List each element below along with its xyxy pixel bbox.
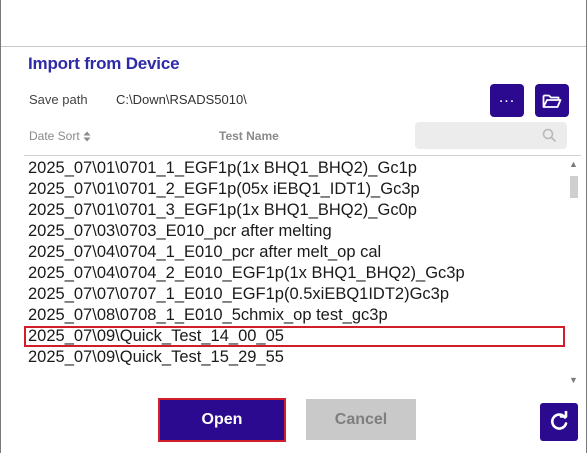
dialog-title: Import from Device [28, 54, 180, 73]
list-item[interactable]: 2025_07\09\Quick_Test_15_29_55 [24, 347, 565, 368]
date-sort-label: Date Sort [29, 129, 80, 143]
list-item[interactable]: 2025_07\08\0708_1_E010_5chmix_op test_gc… [24, 305, 565, 326]
list-item[interactable]: 2025_07\01\0701_1_EGF1p(1x BHQ1_BHQ2)_Gc… [24, 158, 565, 179]
search-box[interactable] [415, 122, 567, 149]
file-list[interactable]: 2025_07\01\0701_1_EGF1p(1x BHQ1_BHQ2)_Gc… [24, 158, 565, 386]
save-path-value: C:\Down\RSADS5010\ [116, 92, 247, 107]
list-item[interactable]: 2025_07\04\0704_1_E010_pcr after melt_op… [24, 242, 565, 263]
scroll-thumb[interactable] [570, 176, 578, 198]
folder-open-icon [542, 94, 562, 108]
refresh-button[interactable] [540, 403, 578, 441]
test-name-header[interactable]: Test Name [219, 129, 279, 143]
more-button-label: ... [498, 88, 516, 106]
scroll-up-arrow-icon[interactable]: ▲ [567, 158, 580, 170]
browse-more-button[interactable]: ... [490, 84, 524, 117]
cancel-button[interactable]: Cancel [306, 399, 416, 440]
list-item-selected[interactable]: 2025_07\09\Quick_Test_14_00_05 [24, 326, 565, 347]
dialog-top-bar [1, 0, 586, 47]
list-scrollbar[interactable]: ▲ ▼ [567, 158, 580, 386]
scroll-down-arrow-icon[interactable]: ▼ [567, 374, 580, 386]
search-input[interactable] [421, 126, 535, 147]
refresh-icon [551, 411, 568, 430]
list-item[interactable]: 2025_07\01\0701_2_EGF1p(05x iEBQ1_IDT1)_… [24, 179, 565, 200]
list-item[interactable]: 2025_07\07\0707_1_E010_EGF1p(0.5xiEBQ1ID… [24, 284, 565, 305]
open-button[interactable]: Open [158, 398, 286, 442]
search-icon [542, 128, 557, 143]
list-item[interactable]: 2025_07\01\0701_3_EGF1p(1x BHQ1_BHQ2)_Gc… [24, 200, 565, 221]
list-item[interactable]: 2025_07\04\0704_2_E010_EGF1p(1x BHQ1_BHQ… [24, 263, 565, 284]
open-folder-button[interactable] [535, 84, 569, 117]
list-header-divider [24, 155, 581, 156]
list-item[interactable]: 2025_07\03\0703_E010_pcr after melting [24, 221, 565, 242]
save-path-label: Save path [29, 92, 88, 107]
date-sort-header[interactable]: Date Sort [29, 129, 91, 143]
sort-icon [83, 131, 91, 141]
